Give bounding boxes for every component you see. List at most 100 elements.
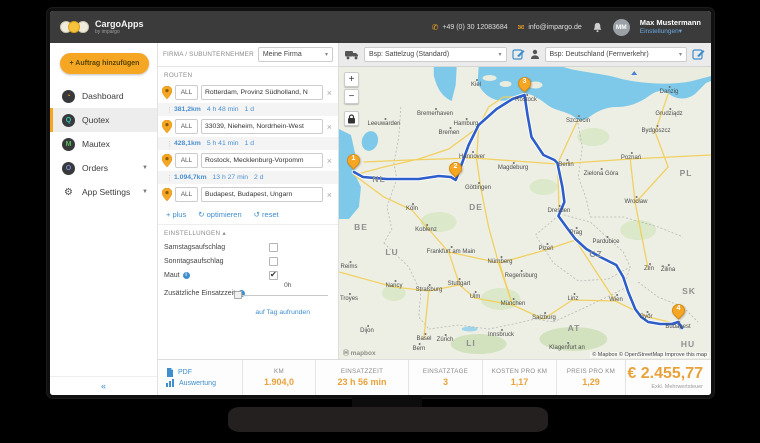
sidebar-item-dashboard[interactable]: ◔ Dashboard	[50, 84, 157, 108]
map-lock-button[interactable]	[344, 111, 359, 126]
map-label-g-ttingen: Göttingen	[465, 185, 491, 191]
leg-summary-row: 428,1km5 h 41 min1 d	[158, 137, 338, 150]
stop-country-filter[interactable]: ALL	[175, 119, 198, 134]
saturday-checkbox[interactable]	[269, 243, 278, 252]
app-logo[interactable]: CargoApps by impargo	[60, 19, 144, 35]
sidebar-item-label: Mautex	[82, 139, 110, 149]
map-label--ilina: Žilina	[661, 267, 675, 273]
remove-stop-icon[interactable]: ×	[326, 88, 333, 98]
edit-vehicle-icon[interactable]	[512, 48, 525, 61]
map-label-k-ln: Köln	[406, 206, 418, 212]
map-label-klagenfurt-an: Klagenfurt an	[549, 345, 585, 351]
stat-einsatztage: EINSATZTAGE 3	[408, 360, 482, 395]
route-marker-4[interactable]: 4	[672, 304, 686, 322]
tv-frame: CargoApps by impargo ✆ +49 (0) 30 120836…	[47, 8, 714, 398]
leg-summary-row: 381,2km4 h 48 min1 d	[158, 103, 338, 116]
sidebar-item-label: Dashboard	[82, 91, 124, 101]
sidebar-item-quotex[interactable]: Q Quotex	[50, 108, 157, 132]
stop-country-filter[interactable]: ALL	[175, 187, 198, 202]
remove-stop-icon[interactable]: ×	[326, 156, 333, 166]
map-label-n-rnberg: Nürnberg	[487, 259, 512, 265]
user-settings-link[interactable]: Einstellungen▾	[640, 28, 701, 36]
edit-tariff-icon[interactable]	[692, 48, 705, 61]
reset-icon: ↺	[254, 210, 260, 219]
map-label-pardubice: Pardubice	[592, 239, 619, 245]
map-label-hu: HU	[681, 339, 695, 349]
sidebar-item-label: App Settings	[82, 187, 130, 197]
total-price-note: Exkl. Mehrwertsteuer	[651, 384, 703, 390]
chevron-down-icon: ▾	[322, 51, 328, 58]
quotex-icon: Q	[62, 114, 75, 127]
bar-chart-icon	[166, 379, 175, 387]
total-price: € 2.455,77 Exkl. Mehrwertsteuer	[625, 360, 711, 395]
map-label-basel: Basel	[416, 336, 431, 342]
report-link[interactable]: Auswertung	[166, 379, 242, 387]
sidebar-collapse-button[interactable]: «	[50, 376, 157, 395]
map-label-reims: Reims	[340, 264, 357, 270]
stat-preis-pro-km: PREIS PRO KM 1,29	[556, 360, 625, 395]
sidebar-item-mautex[interactable]: M Mautex	[50, 132, 157, 156]
add-order-button[interactable]: + Auftrag hinzufügen	[60, 53, 149, 74]
map-label-de: DE	[469, 202, 483, 212]
mapbox-logo[interactable]: mapbox	[343, 348, 376, 357]
map-label-li: LI	[466, 338, 476, 348]
stop-row: ALLRotterdam, Provinz Südholland, N×	[158, 82, 338, 103]
mautex-icon: M	[62, 138, 75, 151]
map-label-bern: Bern	[413, 346, 426, 352]
map-label-zielona-g-ra: Zielona Góra	[584, 171, 619, 177]
chevron-down-icon: ▼	[142, 165, 148, 171]
remove-stop-icon[interactable]: ×	[326, 122, 333, 132]
map-label-berlin: Berlin	[558, 162, 573, 168]
stop-country-filter[interactable]: ALL	[175, 153, 198, 168]
route-marker-3[interactable]: 3	[518, 77, 532, 95]
info-icon[interactable]: i	[183, 272, 190, 279]
phone-contact[interactable]: ✆ +49 (0) 30 12083684	[432, 23, 508, 32]
round-up-link[interactable]: auf Tag aufrunden	[158, 308, 338, 320]
pdf-export-link[interactable]: PDF	[166, 368, 242, 377]
map-label-z-rich: Zürich	[437, 337, 454, 343]
user-avatar[interactable]: MM	[613, 19, 630, 36]
lock-icon	[347, 114, 356, 124]
map-label-m-nchen: München	[501, 301, 526, 307]
map-label-leeuwarden: Leeuwarden	[367, 121, 400, 127]
sidebar-item-orders[interactable]: O Orders ▼	[50, 156, 157, 180]
vehicle-select[interactable]: Bsp: Sattelzug (Standard) ▾	[364, 47, 507, 62]
map-label-stra-burg: Straßburg	[416, 287, 443, 293]
stop-address-input[interactable]: Budapest, Budapest, Ungarn	[201, 187, 323, 202]
slider-track[interactable]	[236, 295, 328, 296]
map-toolbar: Bsp: Sattelzug (Standard) ▾ Bsp: D	[339, 43, 711, 67]
sunday-checkbox[interactable]	[269, 257, 278, 266]
app-subtitle: by impargo	[95, 30, 144, 35]
reset-button[interactable]: ↺ reset	[254, 210, 279, 219]
sidebar-item-app-settings[interactable]: ⚙ App Settings ▼	[50, 180, 157, 204]
stop-country-filter[interactable]: ALL	[175, 85, 198, 100]
tariff-select[interactable]: Bsp: Deutschland (Fernverkehr) ▾	[545, 47, 688, 62]
slider-handle[interactable]	[234, 291, 242, 299]
toll-checkbox[interactable]	[269, 271, 278, 280]
map-label-dijon: Dijon	[360, 328, 374, 334]
route-map[interactable]: LeeuwardenBremerhavenBremenKielHamburgRo…	[339, 67, 711, 359]
map-labels-layer: LeeuwardenBremerhavenBremenKielHamburgRo…	[339, 67, 711, 359]
company-select[interactable]: Meine Firma ▾	[258, 47, 333, 62]
zoom-out-button[interactable]: −	[344, 89, 359, 104]
stop-address-input[interactable]: Rostock, Mecklenburg-Vorpomm	[201, 153, 323, 168]
add-stop-button[interactable]: + plus	[166, 210, 186, 219]
top-bar: CargoApps by impargo ✆ +49 (0) 30 120836…	[50, 11, 711, 43]
map-label-zl-n: Zlín	[644, 266, 654, 272]
cargoapps-logo-icon	[60, 19, 90, 35]
tv-stand-base	[228, 407, 548, 432]
zoom-in-button[interactable]: +	[344, 72, 359, 87]
settings-section-header[interactable]: EINSTELLUNGEN ▴	[158, 224, 338, 240]
email-contact[interactable]: ✉ info@impargo.de	[518, 23, 582, 32]
stop-row: ALLBudapest, Budapest, Ungarn×	[158, 184, 338, 205]
stop-address-input[interactable]: Rotterdam, Provinz Südholland, N	[201, 85, 323, 100]
route-marker-2[interactable]: 2	[449, 162, 463, 180]
remove-stop-icon[interactable]: ×	[326, 190, 333, 200]
optimize-button[interactable]: ↻ optimieren	[198, 210, 241, 219]
stop-address-input[interactable]: 33039, Nieheim, Nordrhein-West	[201, 119, 323, 134]
routes-title: ROUTEN	[158, 67, 338, 82]
notifications-bell-icon[interactable]	[592, 22, 603, 33]
orders-icon: O	[62, 162, 75, 175]
map-attribution[interactable]: © Mapbox © OpenStreetMap Improve this ma…	[590, 352, 709, 358]
route-marker-1[interactable]: 1	[347, 154, 361, 172]
